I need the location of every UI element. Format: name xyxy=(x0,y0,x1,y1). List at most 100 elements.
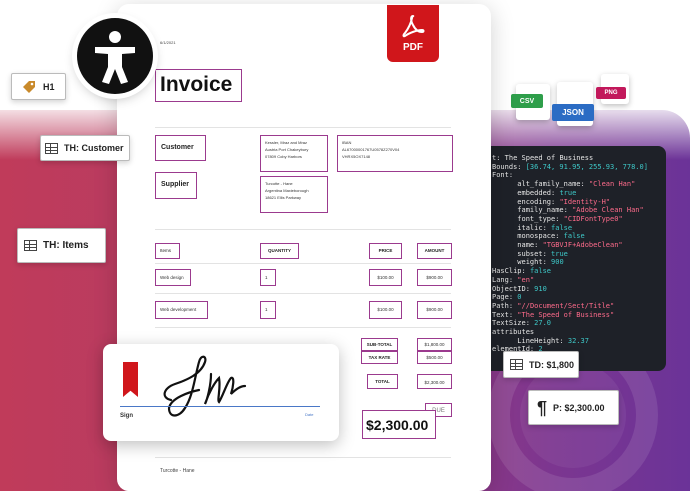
code-value: true xyxy=(559,188,577,197)
code-line: Font: xyxy=(492,171,666,180)
code-value: false xyxy=(529,267,552,276)
code-key: font_type: xyxy=(492,214,564,223)
invoice-title[interactable]: Invoice xyxy=(155,69,242,102)
code-line: t: The Speed of Business xyxy=(492,154,666,163)
code-key: HasClip: xyxy=(492,267,530,276)
code-line: Lang: "en" xyxy=(492,276,666,285)
address-line: Turcotte - Hane xyxy=(265,181,293,186)
code-key: embedded: xyxy=(492,188,560,197)
code-line: TextSize: 27.0 xyxy=(492,319,666,328)
code-value: 900 xyxy=(551,258,564,267)
code-line: alt_family_name: "Clean Han" xyxy=(492,180,666,189)
supplier-label[interactable]: Supplier xyxy=(155,172,197,199)
divider xyxy=(155,457,451,458)
code-key: name: xyxy=(492,241,543,250)
tag-p-2300[interactable]: ¶ P: $2,300.00 xyxy=(528,390,619,425)
code-value: "Clean Han" xyxy=(588,180,636,189)
code-value: false xyxy=(563,232,585,241)
code-key: Lang: xyxy=(492,275,518,284)
code-line: Path: "//Document/Sect/Title" xyxy=(492,302,666,311)
table-icon xyxy=(24,240,37,251)
code-line: HasClip: false xyxy=(492,267,666,276)
customer-address[interactable]: Kessler, Mraz and Mraz Austria Port Chak… xyxy=(260,135,328,172)
signature-card[interactable]: Sign Date xyxy=(103,344,339,441)
code-value: true xyxy=(551,249,568,258)
tag-td-1800-label: TD: $1,800 xyxy=(529,359,575,370)
csv-file-icon: CSV xyxy=(511,84,550,120)
tag-td-1800[interactable]: TD: $1,800 xyxy=(503,351,579,378)
row-amount[interactable]: $900.00 xyxy=(417,301,452,319)
code-value: "//Document/Sect/Title" xyxy=(517,301,615,310)
code-key: weight: xyxy=(492,258,552,267)
due-total[interactable]: $2,300.00 xyxy=(362,410,436,439)
tag-th-customer[interactable]: TH: Customer xyxy=(40,135,130,161)
customer-label[interactable]: Customer xyxy=(155,135,206,161)
sign-date-label: Date xyxy=(305,412,314,417)
divider xyxy=(155,229,451,230)
tag-h1[interactable]: H1 xyxy=(11,73,66,100)
total-label[interactable]: TOTAL xyxy=(367,374,398,389)
total-value[interactable]: $2,300.00 xyxy=(417,374,452,389)
json-badge: JSON xyxy=(552,104,594,121)
code-line: LineHeight: 32.37 xyxy=(492,337,666,346)
subtotal-label[interactable]: SUB-TOTAL xyxy=(361,338,398,351)
code-line: subset: true xyxy=(492,250,666,259)
address-line: Argentina Maxieborough xyxy=(265,188,309,193)
divider xyxy=(155,263,451,264)
iban-block[interactable]: IBAN AL67000001767U0578Z270V04 VHRX5OX71… xyxy=(337,135,453,172)
code-line: attributes xyxy=(492,328,666,337)
accessibility-icon xyxy=(77,18,153,94)
code-key: Text: xyxy=(492,310,518,319)
row-amount[interactable]: $900.00 xyxy=(417,269,452,286)
pdf-label: PDF xyxy=(403,42,423,53)
signature-line xyxy=(120,406,320,407)
code-value: "Identity-H" xyxy=(559,197,611,206)
code-key: Path: xyxy=(492,301,518,310)
row-qty[interactable]: 1 xyxy=(260,269,276,286)
tag-h1-label: H1 xyxy=(43,81,55,92)
iban-code: VHRX5OX7148 xyxy=(342,154,371,159)
tax-label[interactable]: TAX RATE xyxy=(361,351,398,364)
code-value: 910 xyxy=(534,284,547,293)
code-key: t: xyxy=(492,154,505,162)
code-value: [36.74, 91.95, 255.93, 778.0] xyxy=(525,162,648,171)
tag-icon xyxy=(23,80,35,93)
th-price[interactable]: PRICE xyxy=(369,243,402,259)
code-value: "The Speed of Business" xyxy=(517,310,615,319)
tag-p-2300-label: P: $2,300.00 xyxy=(553,402,605,413)
table-icon xyxy=(45,142,58,154)
code-line: weight: 900 xyxy=(492,258,666,267)
code-key: monospace: xyxy=(492,232,564,241)
th-items[interactable]: Items xyxy=(155,243,180,259)
code-value: The Speed of Business xyxy=(504,154,594,162)
row-item[interactable]: Web development xyxy=(155,301,208,319)
json-code-panel: t: The Speed of Business Bounds: [36.74, … xyxy=(475,146,666,371)
code-line: Text: "The Speed of Business" xyxy=(492,311,666,320)
code-key: alt_family_name: xyxy=(492,180,589,189)
code-key: LineHeight: xyxy=(492,336,568,345)
th-amount[interactable]: AMOUNT xyxy=(417,243,452,259)
row-price[interactable]: $100.00 xyxy=(369,301,402,319)
th-quantity[interactable]: QUANTITY xyxy=(260,243,299,259)
csv-badge: CSV xyxy=(511,94,543,108)
tax-value[interactable]: $500.00 xyxy=(417,351,452,364)
pdf-badge: PDF xyxy=(387,5,439,62)
code-key: Page: xyxy=(492,293,518,302)
code-value: "CIDFontType0" xyxy=(563,214,623,223)
table-icon xyxy=(510,359,523,370)
png-file-icon: PNG xyxy=(596,74,629,104)
code-line: Page: 0 xyxy=(492,293,666,302)
tag-th-items[interactable]: TH: Items xyxy=(17,228,106,263)
code-key: family_name: xyxy=(492,206,573,215)
acrobat-icon xyxy=(402,14,425,38)
row-qty[interactable]: 1 xyxy=(260,301,276,319)
row-item[interactable]: Web design xyxy=(155,269,191,286)
code-value: 32.37 xyxy=(567,336,589,345)
code-key: subset: xyxy=(492,249,552,258)
code-line: embedded: true xyxy=(492,189,666,198)
subtotal-value[interactable]: $1,800.00 xyxy=(417,338,452,351)
code-value: false xyxy=(551,223,573,232)
supplier-address[interactable]: Turcotte - Hane Argentina Maxieborough 1… xyxy=(260,176,328,213)
row-price[interactable]: $100.00 xyxy=(369,269,402,286)
tag-th-customer-label: TH: Customer xyxy=(64,143,124,153)
